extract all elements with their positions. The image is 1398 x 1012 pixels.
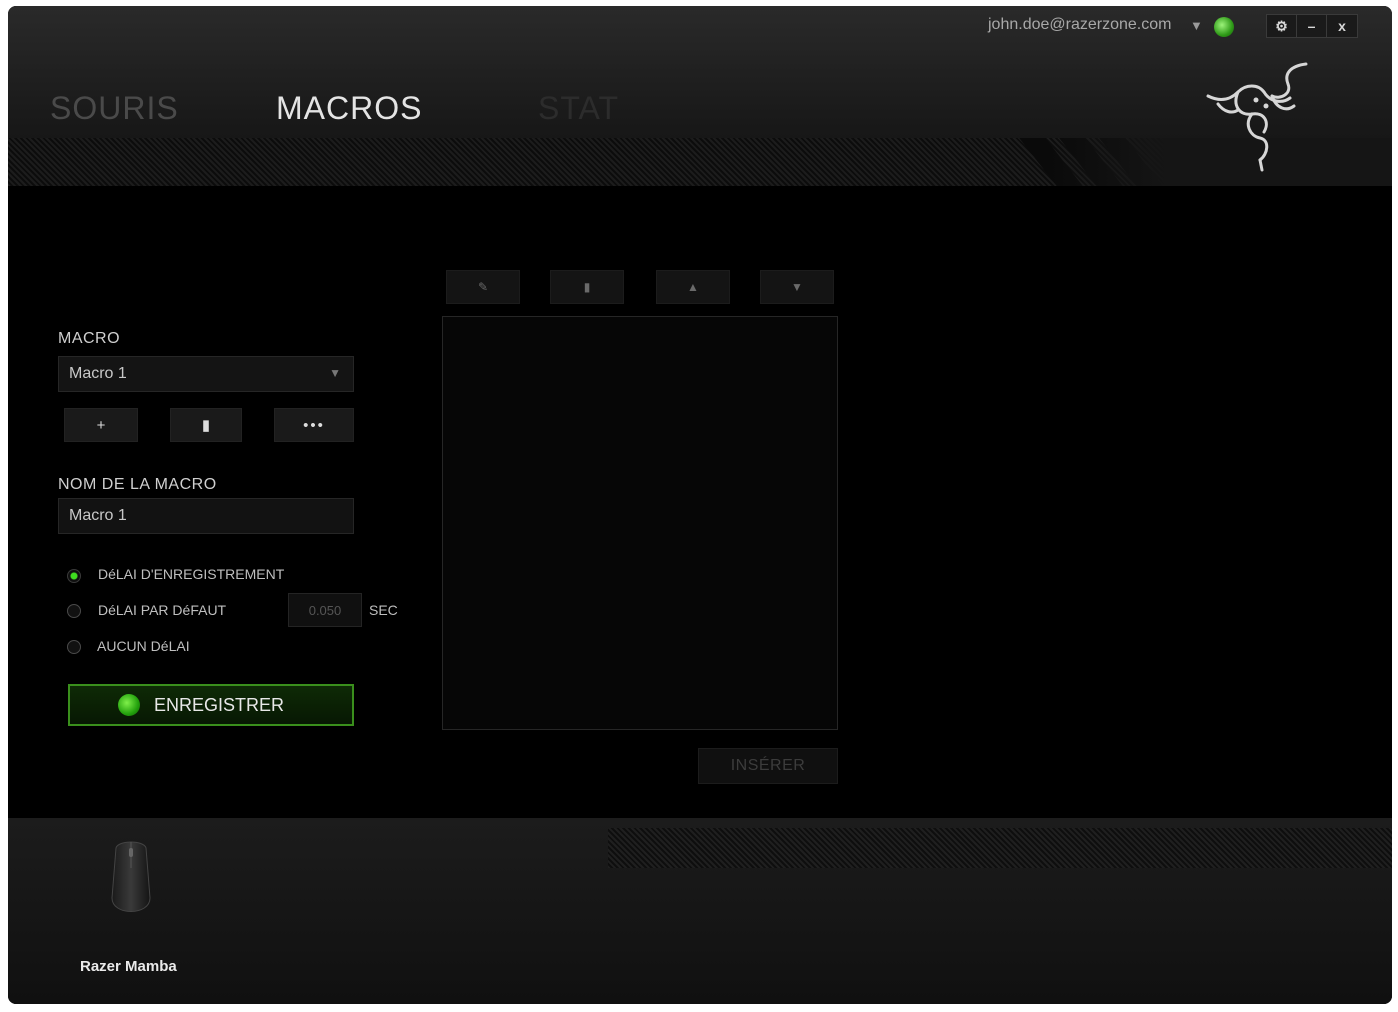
- window-controls: ⚙ – x: [1266, 14, 1358, 38]
- user-email[interactable]: john.doe@razerzone.com: [988, 16, 1171, 34]
- razer-snake-logo-icon: [1206, 62, 1308, 172]
- tab-macros[interactable]: MACROS: [276, 90, 422, 127]
- record-icon: [118, 694, 140, 716]
- tab-souris[interactable]: SOURIS: [50, 90, 179, 127]
- default-delay-input[interactable]: 0.050: [288, 593, 362, 627]
- online-status-icon: [1214, 17, 1234, 37]
- move-down-button[interactable]: ▼: [760, 270, 834, 304]
- chevron-down-icon: ▼: [329, 366, 341, 380]
- no-delay-label: AUCUN DéLAI: [97, 638, 190, 654]
- add-macro-button[interactable]: +: [64, 408, 138, 442]
- delete-macro-button[interactable]: ▮: [170, 408, 242, 442]
- tab-stat[interactable]: STAT: [538, 90, 619, 127]
- delete-step-button[interactable]: ▮: [550, 270, 624, 304]
- macro-name-input[interactable]: Macro 1: [58, 498, 354, 534]
- razer-mamba-mouse-icon[interactable]: [108, 838, 154, 922]
- radio-default-delay[interactable]: [67, 604, 81, 618]
- footer-texture-band: [608, 828, 1392, 868]
- macro-name-label: NOM DE LA MACRO: [58, 476, 217, 493]
- more-options-button[interactable]: •••: [274, 408, 354, 442]
- macro-steps-list[interactable]: [442, 316, 838, 730]
- macro-label: MACRO: [58, 330, 121, 347]
- record-button-label: ENREGISTRER: [154, 694, 285, 715]
- macro-select[interactable]: Macro 1 ▼: [58, 356, 354, 392]
- recorded-delay-label: DéLAI D'ENREGISTREMENT: [98, 566, 285, 582]
- default-delay-label: DéLAI PAR DéFAUT: [98, 602, 227, 618]
- delay-unit-label: SEC: [369, 602, 398, 618]
- minimize-button[interactable]: –: [1297, 15, 1327, 37]
- settings-gear-icon[interactable]: ⚙: [1267, 15, 1297, 37]
- close-button[interactable]: x: [1327, 15, 1357, 37]
- user-dropdown-icon[interactable]: ▼: [1190, 18, 1203, 33]
- insert-button[interactable]: INSÉRER: [698, 748, 838, 784]
- radio-recorded-delay[interactable]: [67, 569, 81, 583]
- record-button[interactable]: ENREGISTRER: [68, 684, 354, 726]
- device-name[interactable]: Razer Mamba: [80, 958, 177, 975]
- move-up-button[interactable]: ▲: [656, 270, 730, 304]
- razer-synapse-window: SOURIS MACROS STAT john.doe@razerzone.co…: [8, 6, 1392, 1004]
- header: SOURIS MACROS STAT john.doe@razerzone.co…: [8, 6, 1392, 186]
- radio-no-delay[interactable]: [67, 640, 81, 654]
- edit-step-button[interactable]: ✎: [446, 270, 520, 304]
- selected-macro: Macro 1: [69, 365, 127, 382]
